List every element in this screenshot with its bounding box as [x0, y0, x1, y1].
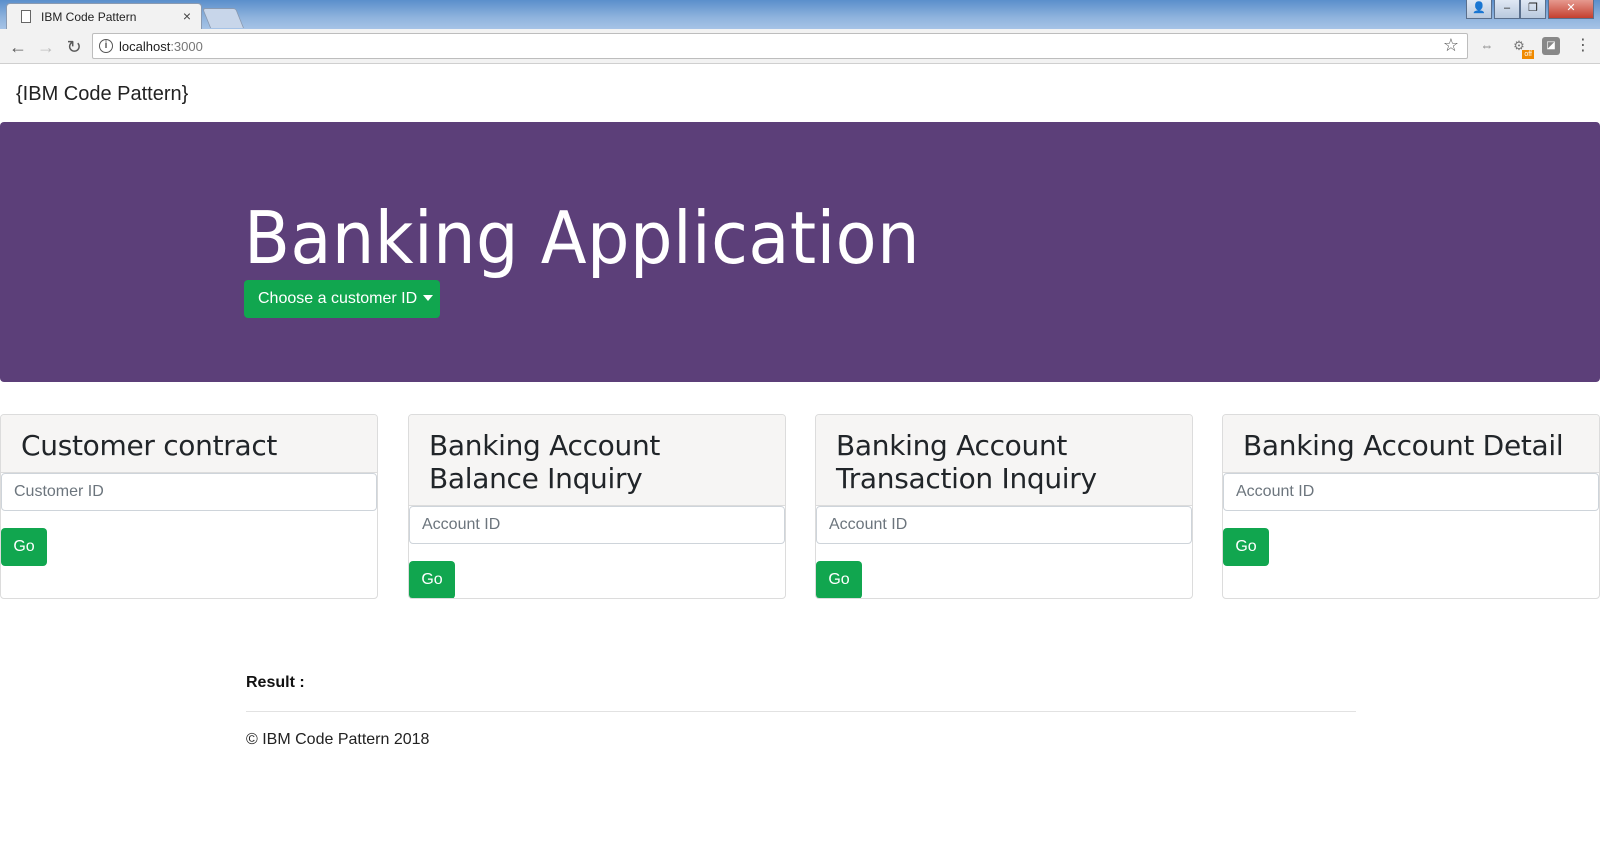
minimize-button[interactable]: –: [1494, 0, 1520, 19]
card-title: Customer contract: [21, 429, 278, 462]
card-title: Banking Account Detail: [1243, 429, 1564, 462]
card-header: Banking Account Detail: [1223, 415, 1599, 473]
browser-tab[interactable]: IBM Code Pattern ×: [6, 3, 202, 29]
maximize-button[interactable]: ❐: [1520, 0, 1546, 19]
browser-toolbar: ← → ↻ i localhost:3000 ☆ ⇔ ⚙ off ◪ ⋮: [0, 29, 1600, 64]
url-host: localhost: [119, 39, 171, 54]
transaction-inquiry-go-button[interactable]: Go: [816, 561, 862, 598]
transaction-account-id-input[interactable]: [816, 506, 1192, 544]
card-header: Banking Account Balance Inquiry: [409, 415, 785, 506]
info-icon[interactable]: i: [99, 39, 113, 53]
balance-inquiry-card: Banking Account Balance Inquiry Go: [408, 414, 786, 599]
navbar: {IBM Code Pattern}: [0, 65, 1600, 122]
card-title: Banking Account Balance Inquiry: [429, 429, 661, 495]
brand-link[interactable]: {IBM Code Pattern}: [16, 83, 188, 106]
hero-banner: Banking Application Choose a customer ID: [0, 122, 1600, 382]
browser-menu-icon[interactable]: ⋮: [1574, 37, 1592, 55]
forward-arrow-icon[interactable]: →: [34, 35, 58, 59]
ext-link-icon[interactable]: ⇔: [1478, 37, 1496, 55]
customer-id-input[interactable]: [1, 473, 377, 511]
balance-account-id-input[interactable]: [409, 506, 785, 544]
card-header: Customer contract: [1, 415, 377, 473]
tab-title: IBM Code Pattern: [41, 10, 137, 24]
user-profile-icon[interactable]: 👤: [1466, 0, 1492, 19]
back-arrow-icon[interactable]: ←: [6, 35, 30, 59]
customer-id-dropdown-label: Choose a customer ID: [258, 290, 418, 307]
card-title: Banking Account Transaction Inquiry: [836, 429, 1097, 495]
hero-title: Banking Application: [244, 196, 920, 280]
url-port: :3000: [170, 39, 203, 54]
close-window-button[interactable]: ✕: [1548, 0, 1594, 19]
page-document-icon: [21, 10, 31, 23]
ext-off-badge: off: [1522, 50, 1534, 59]
footer-divider: [246, 711, 1356, 712]
new-tab-button[interactable]: [201, 8, 245, 28]
reload-icon[interactable]: ↻: [62, 35, 86, 59]
ext-square-icon[interactable]: ◪: [1542, 37, 1560, 55]
card-header: Banking Account Transaction Inquiry: [816, 415, 1192, 506]
url-text: localhost:3000: [119, 39, 203, 54]
footer-copyright: © IBM Code Pattern 2018: [246, 731, 430, 748]
ext-off-icon[interactable]: ⚙ off: [1510, 37, 1534, 59]
account-detail-card: Banking Account Detail Go: [1222, 414, 1600, 599]
address-bar[interactable]: i localhost:3000 ☆: [92, 33, 1468, 59]
result-label: Result :: [246, 674, 305, 691]
window-titlebar: IBM Code Pattern × 👤 – ❐ ✕: [0, 0, 1600, 29]
caret-down-icon: [423, 295, 434, 301]
transaction-inquiry-card: Banking Account Transaction Inquiry Go: [815, 414, 1193, 599]
customer-contract-go-button[interactable]: Go: [1, 528, 47, 566]
tab-close-icon[interactable]: ×: [183, 8, 191, 24]
bookmark-star-icon[interactable]: ☆: [1443, 35, 1459, 56]
detail-account-id-input[interactable]: [1223, 473, 1599, 511]
customer-contract-card: Customer contract Go: [0, 414, 378, 599]
account-detail-go-button[interactable]: Go: [1223, 528, 1269, 566]
customer-id-dropdown[interactable]: Choose a customer ID: [244, 280, 440, 318]
balance-inquiry-go-button[interactable]: Go: [409, 561, 455, 598]
